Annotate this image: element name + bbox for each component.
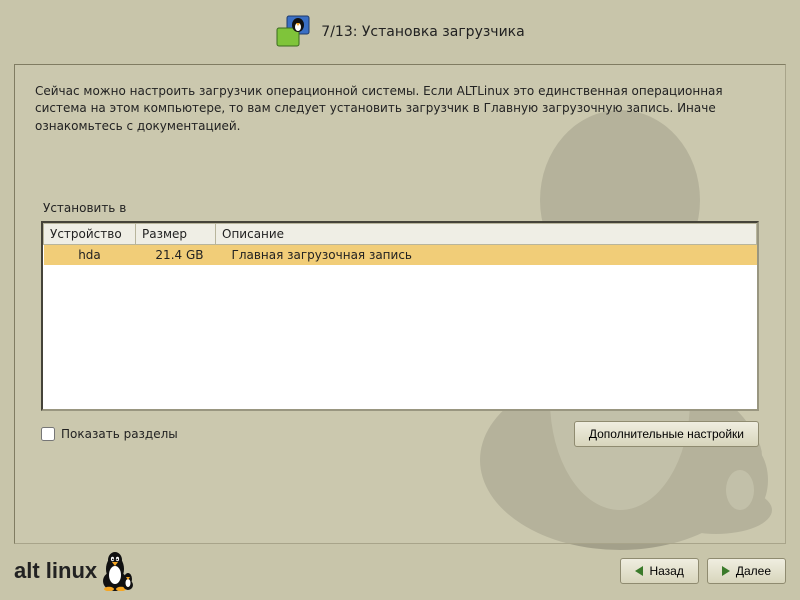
table-row[interactable]: hda 21.4 GB Главная загрузочная запись <box>44 245 757 266</box>
install-in-label: Установить в <box>43 201 759 215</box>
arrow-left-icon <box>635 566 643 576</box>
brand-text: alt linux <box>14 558 97 584</box>
advanced-settings-button[interactable]: Дополнительные настройки <box>574 421 759 447</box>
device-table[interactable]: Устройство Размер Описание hda 21.4 GB Г… <box>41 221 759 411</box>
installer-step-icon <box>275 14 311 50</box>
col-header-size[interactable]: Размер <box>136 224 216 245</box>
cell-device: hda <box>44 245 136 266</box>
step-title: 7/13: Установка загрузчика <box>321 24 524 40</box>
next-button[interactable]: Далее <box>707 558 786 584</box>
col-header-device[interactable]: Устройство <box>44 224 136 245</box>
back-button[interactable]: Назад <box>620 558 698 584</box>
main-panel: Сейчас можно настроить загрузчик операци… <box>14 64 786 544</box>
col-header-desc[interactable]: Описание <box>216 224 757 245</box>
show-partitions-label: Показать разделы <box>61 427 178 441</box>
brand-logo: alt linux <box>14 551 137 591</box>
header: 7/13: Установка загрузчика <box>0 0 800 64</box>
show-partitions-checkbox[interactable]: Показать разделы <box>41 427 178 441</box>
footer: alt linux Назад <box>14 550 786 592</box>
arrow-right-icon <box>722 566 730 576</box>
cell-desc: Главная загрузочная запись <box>216 245 757 266</box>
show-partitions-input[interactable] <box>41 427 55 441</box>
intro-text: Сейчас можно настроить загрузчик операци… <box>35 83 765 135</box>
cell-size: 21.4 GB <box>136 245 216 266</box>
penguin-icon <box>101 551 137 591</box>
